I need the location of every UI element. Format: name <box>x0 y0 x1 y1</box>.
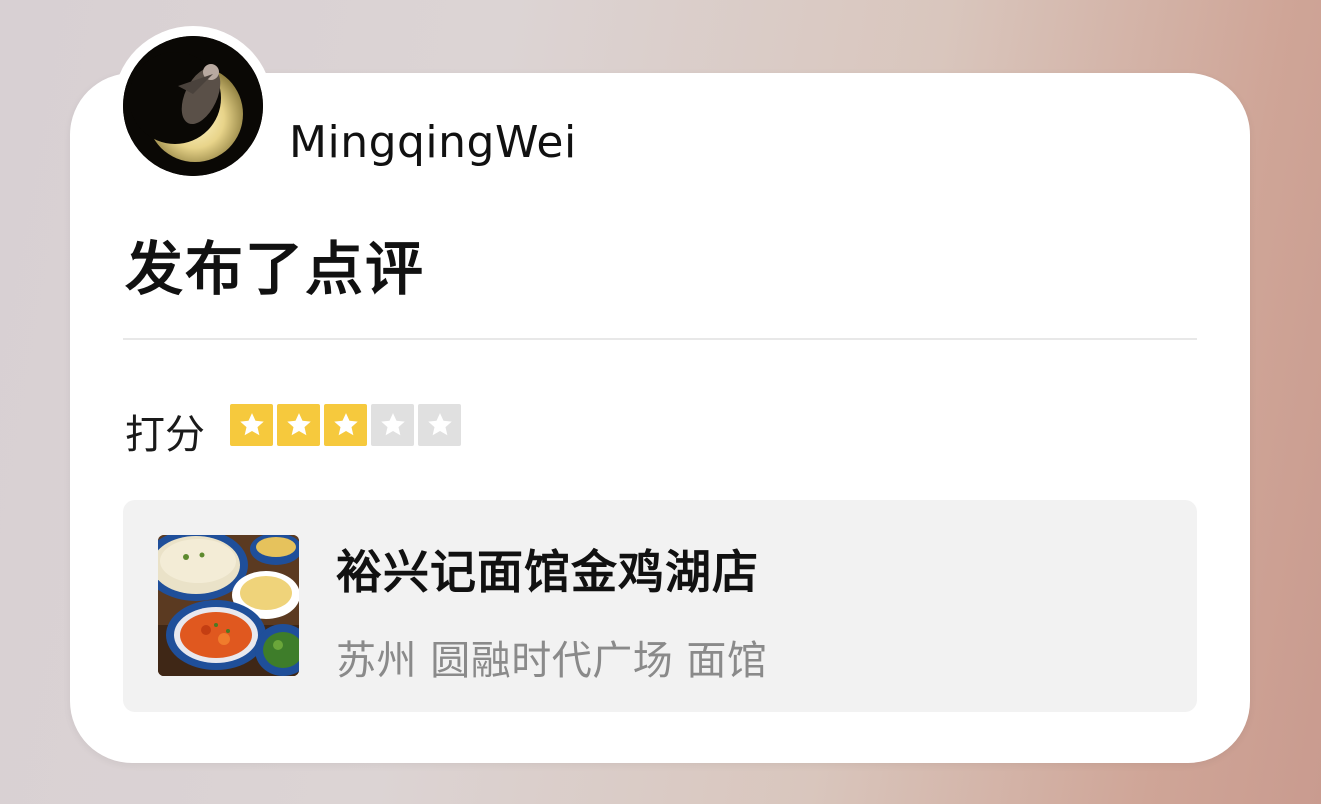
star-icon <box>277 404 320 446</box>
rating-label: 打分 <box>125 412 205 458</box>
shop-name[interactable]: 裕兴记面馆金鸡湖店 <box>336 536 759 602</box>
divider <box>123 338 1197 340</box>
star-rating <box>230 404 461 446</box>
crescent-moon-avatar-icon <box>123 36 263 176</box>
shop-thumbnail[interactable] <box>158 535 299 676</box>
star-icon <box>324 404 367 446</box>
shop-meta: 苏州 圆融时代广场 面馆 <box>336 638 768 684</box>
action-title: 发布了点评 <box>125 235 426 303</box>
star-icon <box>371 404 414 446</box>
star-icon <box>230 404 273 446</box>
username[interactable]: MingqingWei <box>289 117 577 168</box>
avatar[interactable] <box>123 36 263 176</box>
noodle-dishes-photo-icon <box>158 535 299 676</box>
star-icon <box>418 404 461 446</box>
